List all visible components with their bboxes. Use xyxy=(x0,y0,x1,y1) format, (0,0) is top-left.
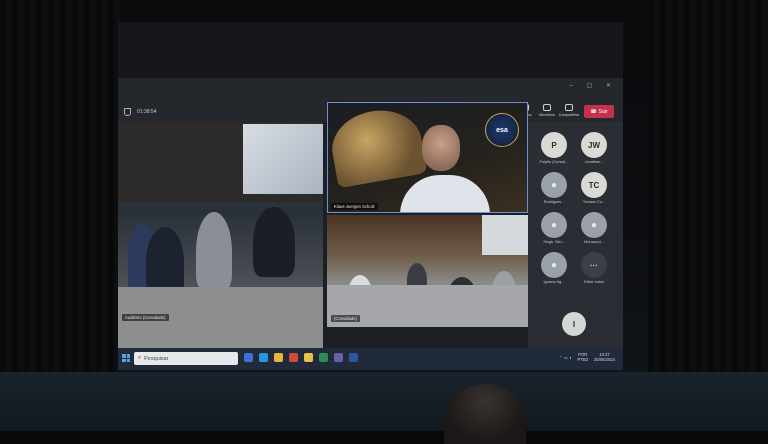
taskbar-search[interactable]: ⌕ Pesquisar xyxy=(134,352,238,365)
participant-label: Rodrigues... xyxy=(543,200,565,204)
participant-label: Jonathan... xyxy=(584,160,604,164)
projector-screen-in-room xyxy=(243,124,323,194)
chrome-icon[interactable] xyxy=(304,353,313,362)
right-curtain xyxy=(648,0,768,375)
window-controls[interactable]: – ▢ ✕ xyxy=(570,82,617,89)
esa-logo: esa xyxy=(485,113,519,147)
taskbar-apps xyxy=(244,353,358,362)
self-avatar[interactable]: I xyxy=(562,312,586,336)
room-wall-screen xyxy=(482,215,528,255)
language-indicator[interactable]: POR PTB2 xyxy=(578,352,588,362)
tray-icons[interactable]: ⌃ ▭ ◖ xyxy=(559,355,571,360)
projection-screen: – ▢ ✕ 01:38:54 Chat Pessoas Levantar Rea… xyxy=(118,22,623,370)
share-button[interactable]: Compartilhar xyxy=(559,104,579,117)
participant-avatar[interactable]: P xyxy=(541,132,567,158)
person-icon[interactable]: ● xyxy=(541,212,567,238)
person-icon[interactable]: ● xyxy=(581,212,607,238)
edge-icon[interactable] xyxy=(259,353,268,362)
person-icon[interactable]: ● xyxy=(541,252,567,278)
room-name-label: (Convidado) xyxy=(331,315,360,322)
screen-top-margin xyxy=(118,22,623,78)
phone-icon: ☎ xyxy=(590,108,597,115)
leave-button[interactable]: ☎ Sair xyxy=(584,105,614,118)
microphone-button[interactable]: Microfone xyxy=(538,104,556,117)
person xyxy=(196,212,232,290)
speaker-name-label: Klaus-Juergen Schulz xyxy=(331,203,378,210)
participant-label: Ignacio Ag... xyxy=(543,280,565,284)
windows-start-icon[interactable] xyxy=(122,354,130,362)
word-icon[interactable] xyxy=(349,353,358,362)
office-icon[interactable] xyxy=(289,353,298,362)
participant-label: Pulpito (Convid... xyxy=(539,160,569,164)
shield-icon xyxy=(124,108,131,116)
participant-label: Tomaso Cu... xyxy=(582,200,606,204)
participant-avatar[interactable]: JW xyxy=(581,132,607,158)
speaker-person xyxy=(400,123,490,212)
taskbar-clock[interactable]: 10:27 25/06/2024 xyxy=(594,352,615,362)
task-view-icon[interactable] xyxy=(244,353,253,362)
search-icon: ⌕ xyxy=(138,355,142,361)
share-icon xyxy=(565,104,573,111)
excel-icon[interactable] xyxy=(319,353,328,362)
meeting-room-video-tile[interactable]: (Convidado) xyxy=(327,215,528,327)
meeting-timer: 01:38:54 xyxy=(137,109,157,115)
mic-icon xyxy=(543,104,551,111)
participant-label: Singh, Sim... xyxy=(543,240,565,244)
speaker-video-tile[interactable]: esa Klaus-Juergen Schulz xyxy=(327,102,528,213)
left-curtain xyxy=(0,0,120,375)
more-participants-button[interactable]: ··· xyxy=(581,252,607,278)
person-icon[interactable]: ● xyxy=(541,172,567,198)
participant-label: Monsepor... xyxy=(584,240,604,244)
participants-panel: P Pulpito (Convid... JW Jonathan... ● Ro… xyxy=(528,122,623,348)
auditorium-video-tile[interactable]: Auditório (Convidado) xyxy=(118,122,323,348)
participant-avatar[interactable]: TC xyxy=(581,172,607,198)
system-tray: ⌃ ▭ ◖ POR PTB2 10:27 25/06/2024 xyxy=(559,352,615,362)
windows-taskbar: ⌕ Pesquisar ⌃ ▭ ◖ POR PTB2 10:27 25/06/2… xyxy=(118,348,623,370)
participant-name-label: Auditório (Convidado) xyxy=(122,314,169,321)
teams-icon[interactable] xyxy=(334,353,343,362)
show-all-label: Exibir todos xyxy=(584,280,604,284)
stage-floor xyxy=(0,372,768,431)
folder-icon[interactable] xyxy=(274,353,283,362)
person xyxy=(253,207,295,277)
